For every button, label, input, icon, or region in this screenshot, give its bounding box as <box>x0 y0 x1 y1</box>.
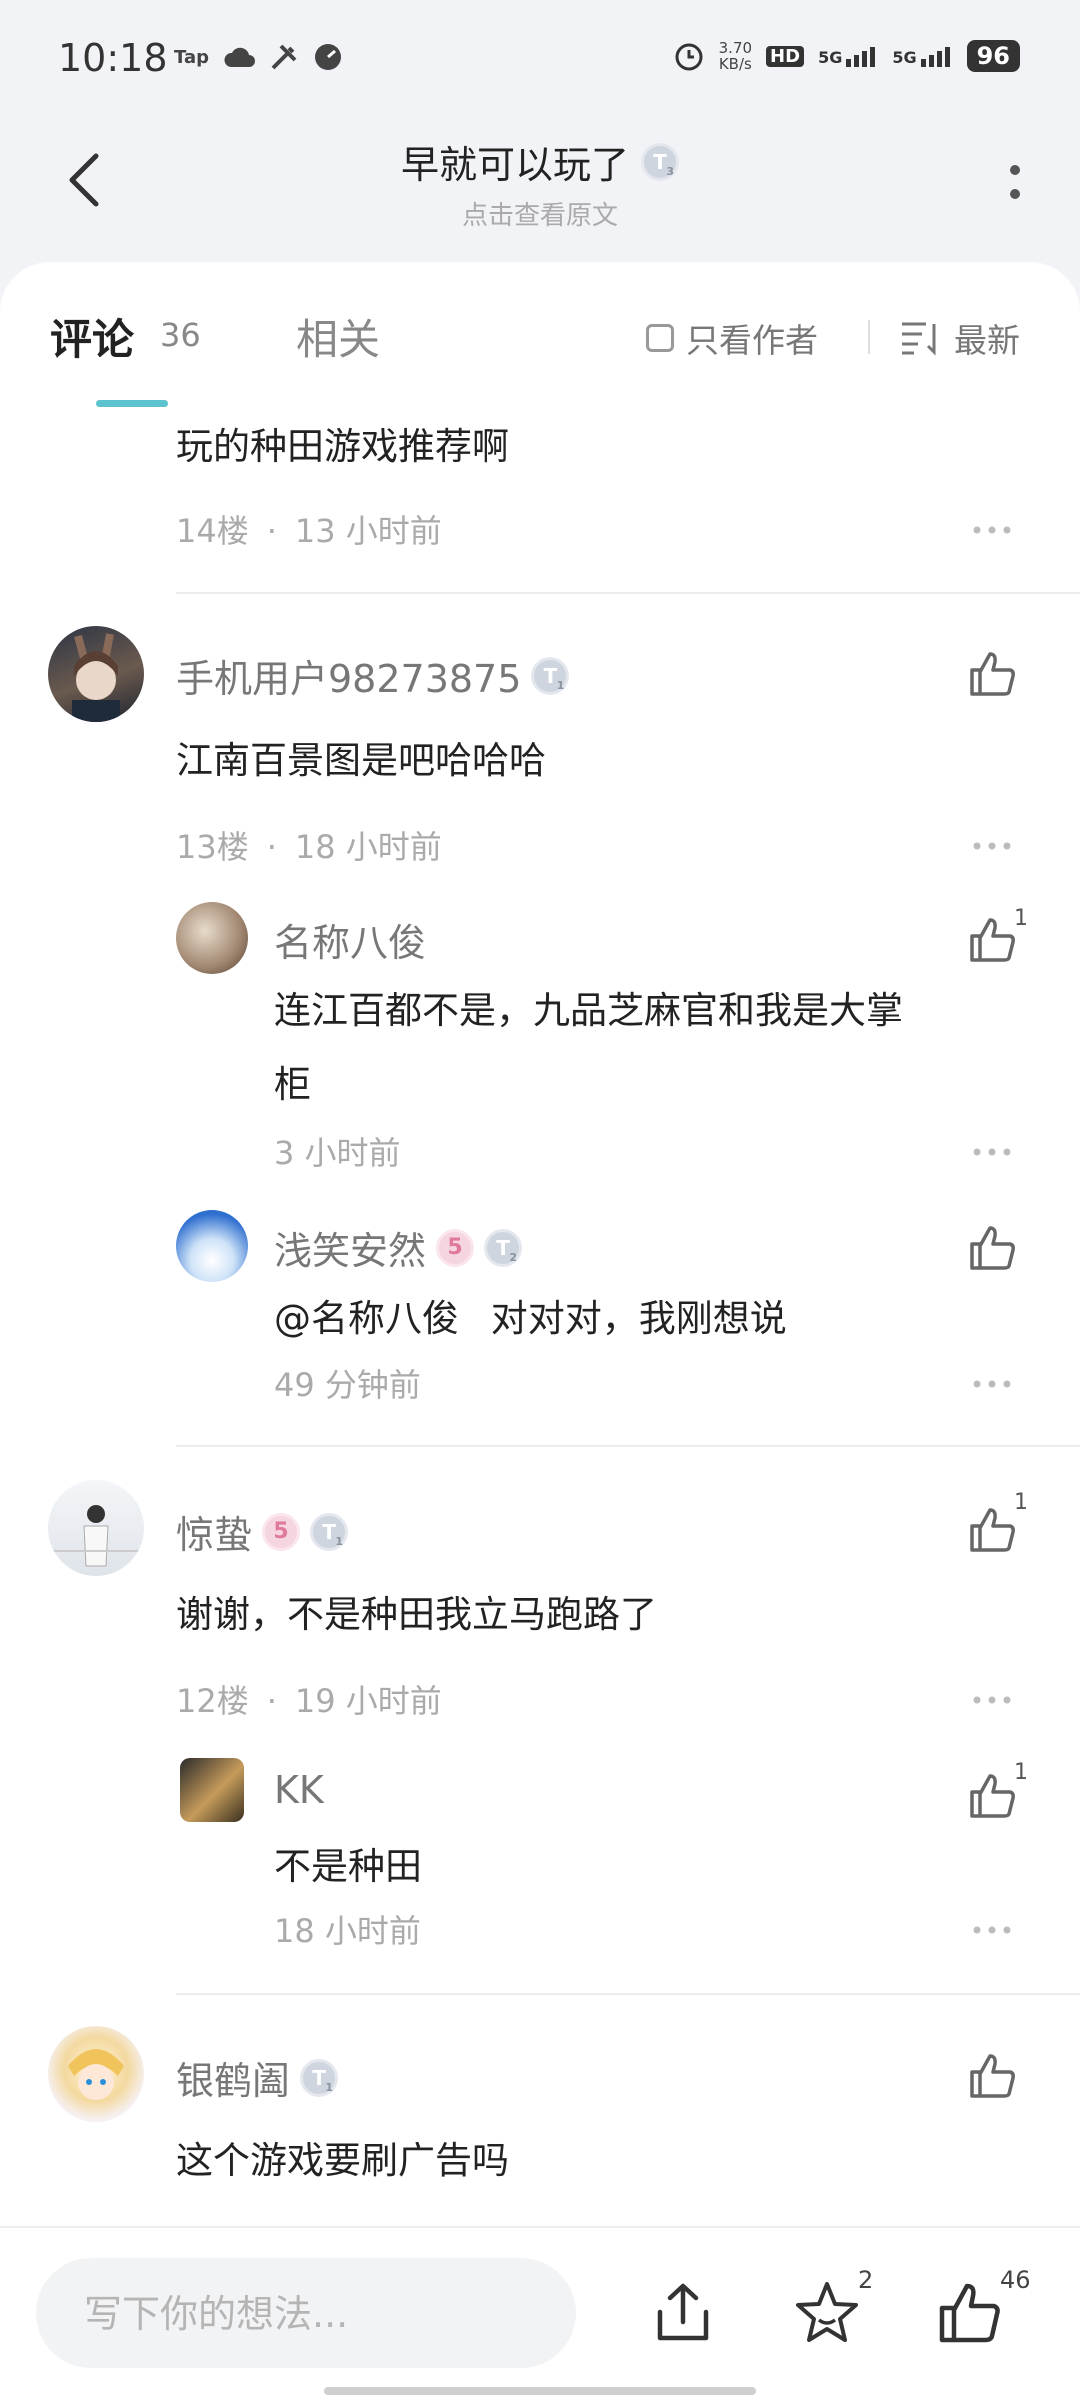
comment-meta: 14楼 · 13 小时前 <box>176 512 442 550</box>
reply-more-icon[interactable] <box>972 1379 1012 1389</box>
comment-count: 36 <box>160 316 201 354</box>
tap-icon: Tap <box>174 46 209 68</box>
like-count: 1 <box>1014 906 1028 931</box>
thumbs-up-icon[interactable] <box>966 1770 1018 1822</box>
thumbs-up-icon[interactable] <box>934 2278 1004 2348</box>
divider <box>868 320 870 354</box>
author-only-toggle[interactable]: 只看作者 <box>646 314 818 362</box>
comment-author[interactable]: 手机用户98273875 T1 <box>176 648 570 703</box>
battery-indicator: 96 <box>966 40 1020 72</box>
avatar[interactable] <box>176 902 248 974</box>
reply-more-icon[interactable] <box>972 1925 1012 1935</box>
comment-more-icon[interactable] <box>972 1695 1012 1705</box>
like-count: 1 <box>1014 1760 1028 1785</box>
more-options-icon[interactable] <box>1005 158 1025 208</box>
divider <box>176 592 1080 594</box>
reply-author[interactable]: 名称八俊 <box>274 912 426 967</box>
tab-related[interactable]: 相关 <box>296 306 380 367</box>
comment-input[interactable] <box>36 2258 576 2370</box>
comment-more-icon[interactable] <box>972 841 1012 851</box>
reply-more-icon[interactable] <box>972 1147 1012 1157</box>
alarm-icon <box>675 43 703 71</box>
favorite-count: 2 <box>858 2266 874 2294</box>
view-original-link[interactable]: 点击查看原文 <box>0 195 1080 232</box>
comment-text: 谢谢，不是种田我立马跑路了 <box>176 1593 657 1636</box>
user-level-badge: T2 <box>484 1228 523 1267</box>
signal-icon-1: 5G <box>818 45 878 67</box>
sort-icon <box>902 322 936 356</box>
mention-link[interactable]: @名称八俊 <box>274 1297 459 1340</box>
avatar[interactable] <box>48 1480 144 1576</box>
reply-time: 3 小时前 <box>274 1134 401 1172</box>
divider <box>176 1445 1080 1447</box>
post-title[interactable]: 早就可以玩了 T3 <box>401 134 679 189</box>
post-header: 早就可以玩了 T3 点击查看原文 <box>0 120 1080 260</box>
share-icon[interactable] <box>648 2278 718 2348</box>
tab-bar: 评论 36 相关 只看作者 最新 <box>0 262 1080 407</box>
tools-icon <box>271 44 297 70</box>
home-indicator[interactable] <box>324 2387 756 2395</box>
comment-author[interactable]: 惊蛰 5 T1 <box>176 1504 349 1559</box>
fan-level-badge: 5 <box>436 1228 475 1267</box>
user-level-badge: T1 <box>300 2058 339 2097</box>
user-level-badge: T1 <box>531 656 570 695</box>
avatar[interactable] <box>48 626 144 722</box>
comment-more-icon[interactable] <box>972 525 1012 535</box>
reply-text: 不是种田 <box>274 1845 422 1888</box>
avatar[interactable] <box>48 2026 144 2122</box>
active-tab-indicator <box>96 400 168 407</box>
comments-panel: 评论 36 相关 只看作者 最新 <box>0 262 1080 2262</box>
comment-meta: 13楼 · 18 小时前 <box>176 828 442 866</box>
reply-text: @名称八俊 对对对，我刚想说 <box>274 1297 787 1340</box>
like-count: 1 <box>1014 1490 1028 1515</box>
reply-author[interactable]: 浅笑安然 5 T2 <box>274 1220 523 1275</box>
clock: 10:18 <box>58 36 168 80</box>
comment-text: 江南百景图是吧哈哈哈 <box>176 739 546 782</box>
divider <box>176 1993 1080 1995</box>
comment-author[interactable]: 银鹤阖 T1 <box>176 2050 339 2105</box>
comment-text: 这个游戏要刷广告吗 <box>176 2139 509 2182</box>
checkbox-icon <box>646 324 674 352</box>
reply-text: 连江百都不是，九品芝麻官和我是大掌 柜 <box>274 989 903 1106</box>
thumbs-up-icon[interactable] <box>966 2050 1018 2102</box>
thumbs-up-icon[interactable] <box>966 1504 1018 1556</box>
reply-time: 49 分钟前 <box>274 1366 421 1404</box>
net-speed: 3.70 KB/s <box>718 39 753 73</box>
speedometer-icon <box>315 44 341 70</box>
status-bar: 10:18 Tap 3.70 KB/s HD 5G 5G 96 <box>0 0 1080 120</box>
bottom-action-bar: 2 46 <box>0 2226 1080 2402</box>
thumbs-up-icon[interactable] <box>966 1222 1018 1274</box>
user-level-badge: T3 <box>641 142 679 181</box>
reply-author[interactable]: KK <box>274 1768 324 1812</box>
cloud-icon <box>224 47 255 67</box>
like-count: 46 <box>1000 2266 1031 2294</box>
comment-input-field[interactable] <box>82 2258 566 2370</box>
signal-icon-2: 5G <box>892 45 952 67</box>
fan-level-badge: 5 <box>262 1512 301 1551</box>
comment-meta: 12楼 · 19 小时前 <box>176 1682 442 1720</box>
user-level-badge: T1 <box>310 1512 349 1551</box>
thumbs-up-icon[interactable] <box>966 648 1018 700</box>
reply-time: 18 小时前 <box>274 1912 421 1950</box>
comment-text: 玩的种田游戏推荐啊 <box>176 425 509 468</box>
avatar[interactable] <box>176 1210 248 1282</box>
thumbs-up-icon[interactable] <box>966 914 1018 966</box>
sort-button[interactable]: 最新 <box>900 314 1020 362</box>
avatar[interactable] <box>180 1758 244 1822</box>
hd-icon: HD <box>766 45 805 67</box>
favorite-star-icon[interactable] <box>792 2278 862 2348</box>
tab-comments[interactable]: 评论 <box>50 306 134 367</box>
